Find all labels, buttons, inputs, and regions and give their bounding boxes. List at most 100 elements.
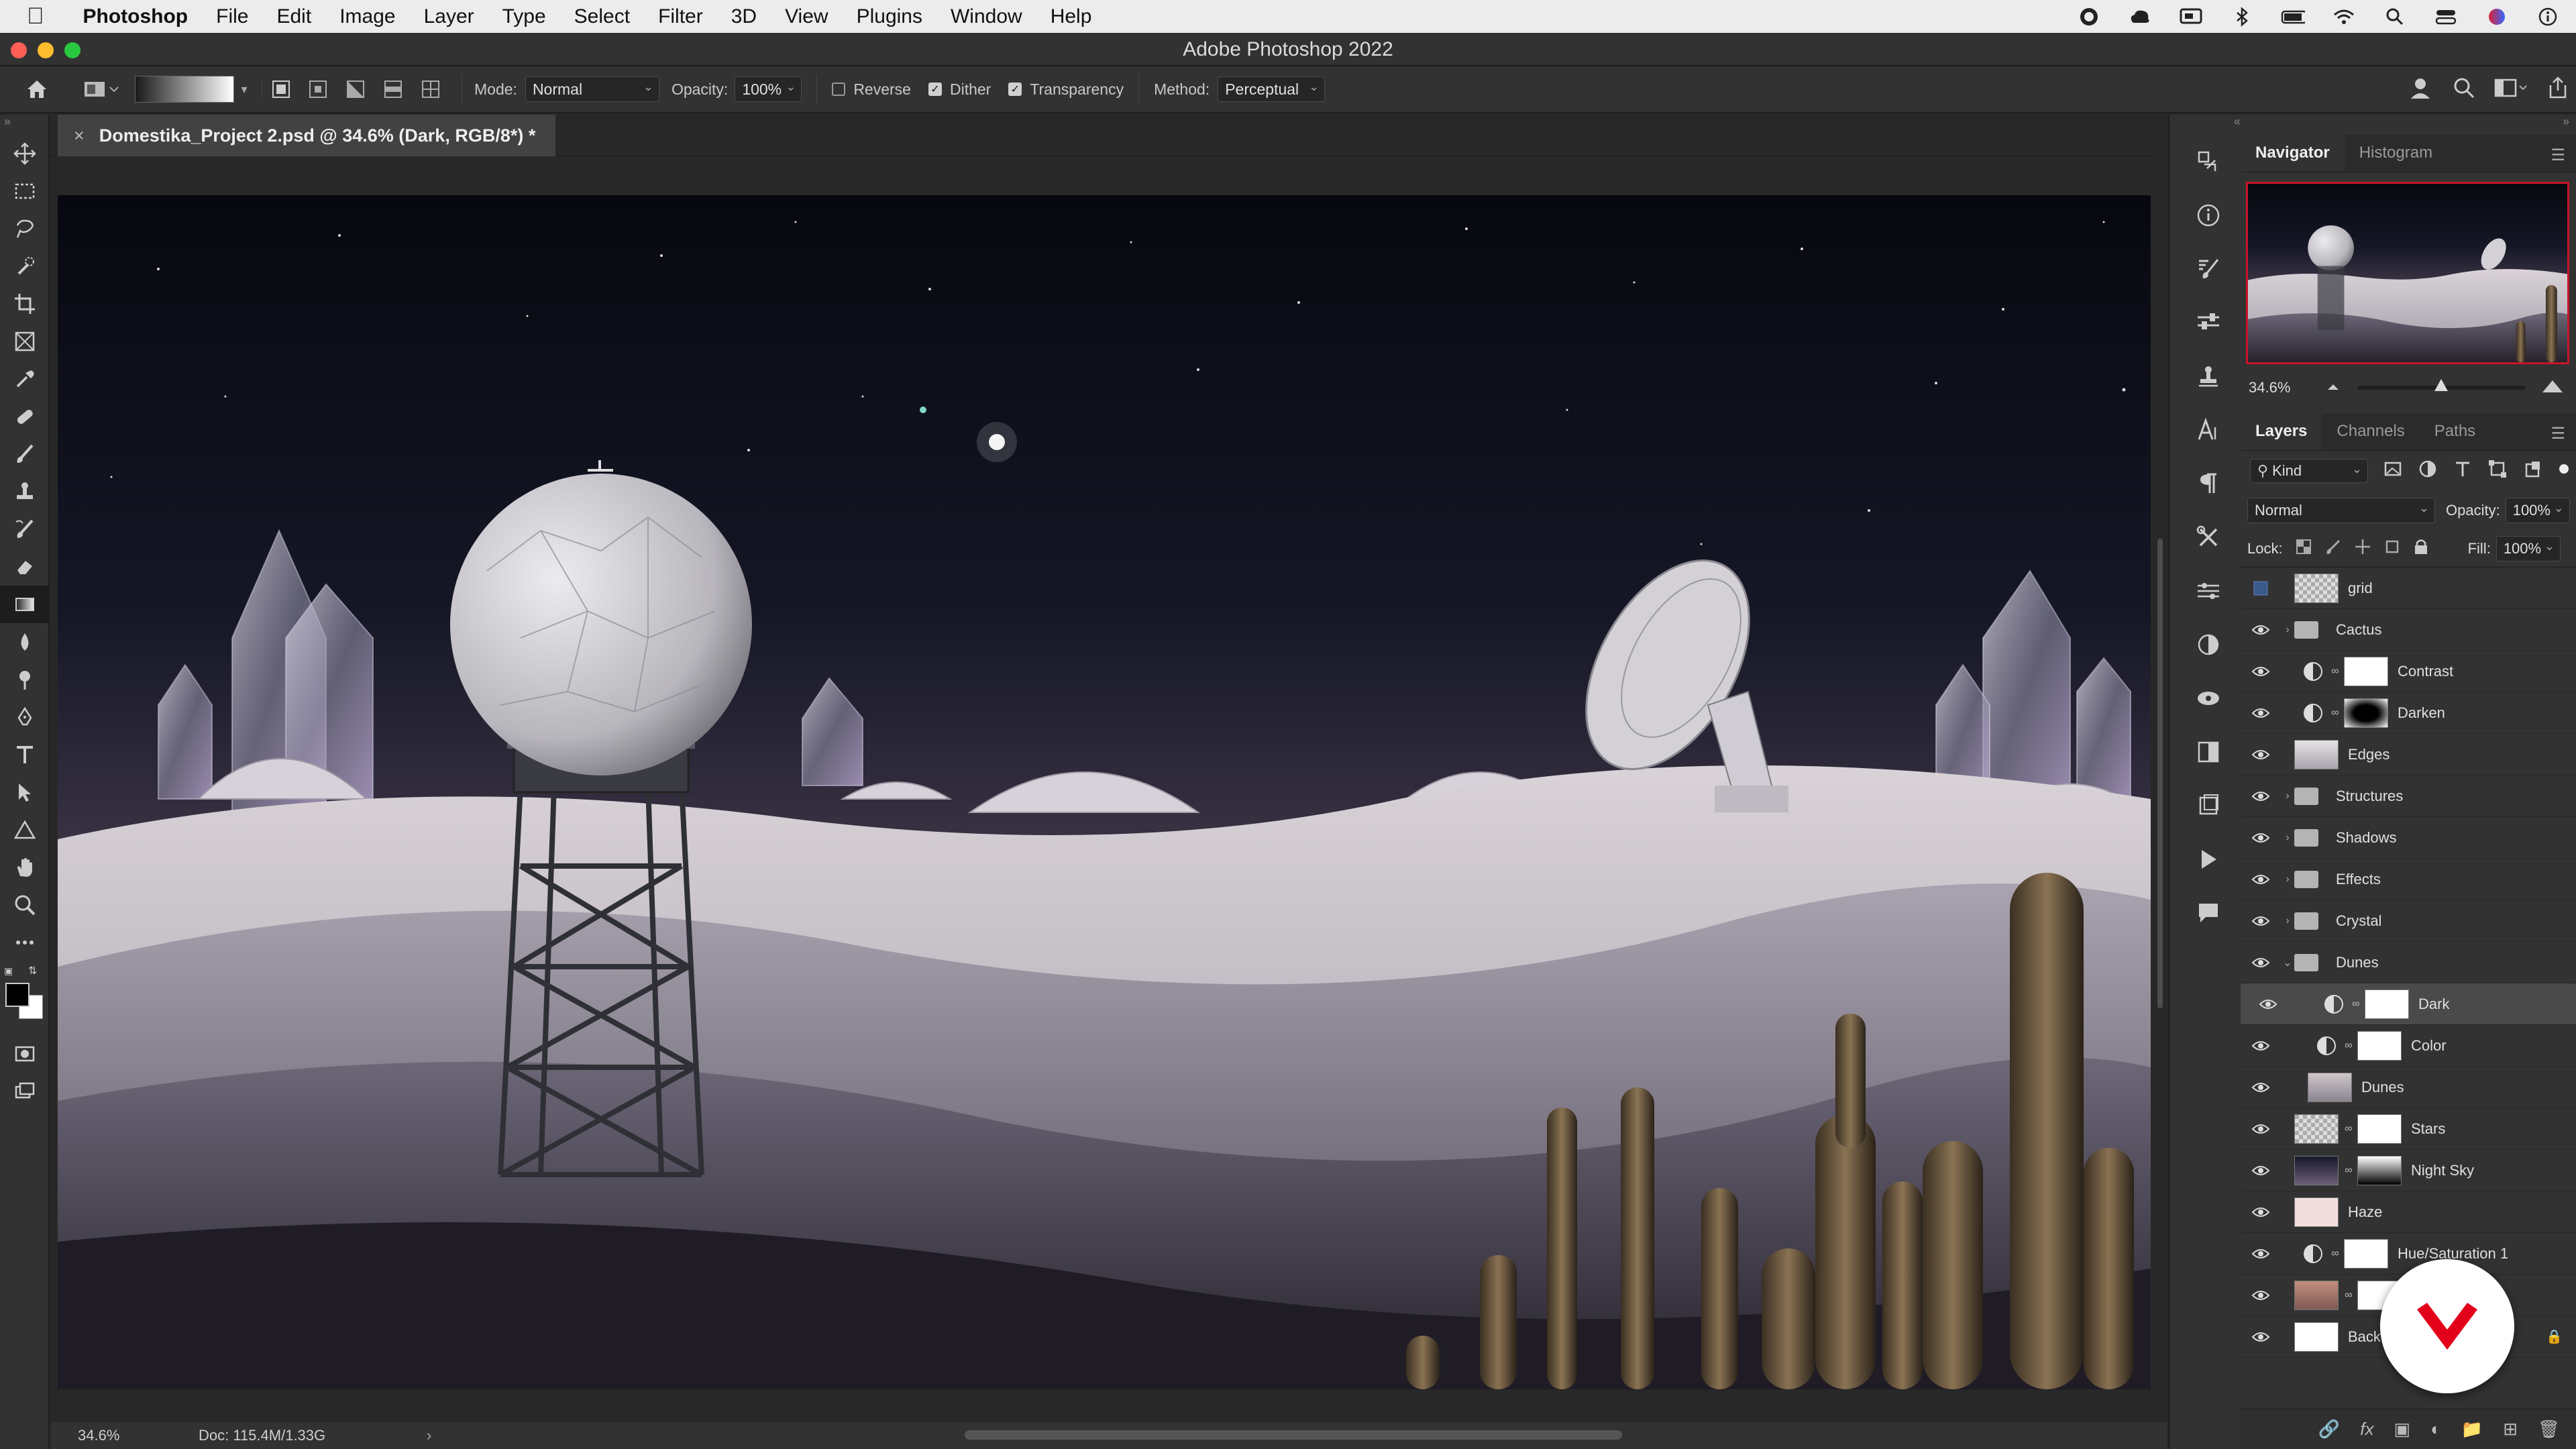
eye-icon[interactable]	[2241, 790, 2281, 802]
filter-smart-object-icon[interactable]	[2522, 459, 2542, 483]
layer-row[interactable]: ⌄ Dunes	[2241, 942, 2576, 983]
eye-icon[interactable]	[2241, 749, 2281, 761]
layer-row[interactable]: ∞ Night Sky	[2241, 1150, 2576, 1191]
layer-mask-thumbnail[interactable]	[2344, 698, 2388, 728]
navigator-preview[interactable]	[2246, 182, 2569, 364]
menu-plugins[interactable]: Plugins	[857, 5, 922, 28]
layer-row[interactable]: › Crystal	[2241, 900, 2576, 942]
layer-row[interactable]: › Effects	[2241, 859, 2576, 900]
apple-icon[interactable]: 	[27, 3, 44, 30]
eye-icon[interactable]	[2241, 957, 2281, 969]
chevron-right-icon[interactable]: ›	[2281, 873, 2294, 885]
tab-channels[interactable]: Channels	[2322, 413, 2419, 450]
menu-select[interactable]: Select	[574, 5, 630, 28]
brush-settings-icon[interactable]	[2169, 242, 2247, 296]
mask-link-icon[interactable]: ∞	[2329, 707, 2341, 719]
layer-thumbnail[interactable]	[2294, 1114, 2339, 1144]
color-swatches[interactable]: ▣ ⇅	[0, 961, 48, 1035]
angle-gradient-icon[interactable]	[337, 79, 374, 99]
close-window-button[interactable]	[11, 42, 27, 58]
tool-preset-picker[interactable]	[74, 79, 127, 99]
menu-window[interactable]: Window	[951, 5, 1022, 28]
eye-icon[interactable]	[2241, 1081, 2281, 1093]
layer-name[interactable]: Stars	[2411, 1120, 2445, 1138]
shape-tool-icon[interactable]	[0, 811, 50, 849]
layer-row[interactable]: ∞ Darken	[2241, 692, 2576, 734]
screen-icon[interactable]	[2179, 7, 2203, 27]
filter-toggle-icon[interactable]	[2557, 462, 2571, 480]
expand-toolbar-icon[interactable]: »	[0, 115, 48, 135]
delete-layer-icon[interactable]: 🗑	[2538, 1419, 2560, 1440]
eyedropper-tool-icon[interactable]	[0, 360, 50, 398]
layer-row[interactable]: ∞ Stars	[2241, 1108, 2576, 1150]
wifi-icon[interactable]	[2332, 7, 2356, 27]
layer-thumbnail[interactable]	[2294, 1322, 2339, 1352]
navigator-zoom-value[interactable]: 34.6%	[2249, 379, 2316, 396]
info-icon[interactable]	[2169, 189, 2247, 242]
layer-row[interactable]: › Structures	[2241, 775, 2576, 817]
eye-icon[interactable]	[2241, 1289, 2281, 1301]
filter-adjustment-icon[interactable]	[2418, 459, 2438, 483]
cloud-sync-icon[interactable]	[2128, 7, 2152, 27]
link-layers-icon[interactable]: 🔗	[2318, 1419, 2340, 1440]
crop-tool-icon[interactable]	[0, 285, 50, 323]
eye-icon[interactable]	[2241, 1206, 2281, 1218]
control-center-icon[interactable]	[2434, 7, 2458, 27]
layer-row[interactable]: Haze	[2241, 1191, 2576, 1233]
layer-name[interactable]: Back	[2348, 1328, 2381, 1346]
close-tab-icon[interactable]: ×	[74, 125, 85, 146]
vertical-scroll-thumb[interactable]	[2157, 539, 2163, 1008]
method-select[interactable]: Perceptual ⌄	[1218, 76, 1326, 102]
layer-name[interactable]: Dunes	[2361, 1079, 2404, 1096]
adjustments-sliders-icon[interactable]	[2169, 296, 2247, 350]
properties-icon[interactable]	[2169, 564, 2247, 618]
dodge-tool-icon[interactable]	[0, 661, 50, 698]
layer-mask-thumbnail[interactable]	[2344, 1238, 2388, 1269]
hand-tool-icon[interactable]	[0, 849, 50, 886]
swap-colors-icon[interactable]: ⇅	[28, 964, 37, 977]
brush-tool-icon[interactable]	[0, 435, 50, 473]
tab-layers[interactable]: Layers	[2241, 413, 2322, 450]
layer-row[interactable]: Edges	[2241, 734, 2576, 775]
mode-select[interactable]: Normal ⌄	[525, 76, 659, 102]
eye-icon[interactable]	[2241, 1165, 2281, 1177]
filter-type-icon[interactable]	[2453, 459, 2473, 483]
layer-name[interactable]: Dark	[2418, 996, 2449, 1013]
adjustments-icon[interactable]	[2169, 618, 2247, 672]
actions-play-icon[interactable]	[2169, 833, 2247, 886]
menu-image[interactable]: Image	[339, 5, 395, 28]
chevron-right-icon[interactable]: ›	[2281, 915, 2294, 927]
menu-help[interactable]: Help	[1051, 5, 1092, 28]
linear-gradient-icon[interactable]	[262, 79, 299, 99]
lock-position-icon[interactable]	[2354, 538, 2371, 559]
menu-file[interactable]: File	[216, 5, 248, 28]
layer-name[interactable]: Edges	[2348, 746, 2390, 763]
layer-thumbnail[interactable]	[2294, 739, 2339, 769]
layer-thumbnail[interactable]	[2294, 573, 2339, 603]
layer-name[interactable]: Color	[2411, 1037, 2447, 1055]
layer-row[interactable]: ∞ Contrast	[2241, 651, 2576, 692]
quick-mask-icon[interactable]	[0, 1035, 50, 1073]
character-icon[interactable]	[2169, 403, 2247, 457]
new-adjustment-layer-icon[interactable]: ◐	[2430, 1419, 2441, 1440]
home-icon[interactable]	[0, 78, 74, 101]
select-subject-icon[interactable]	[2407, 74, 2434, 105]
new-group-icon[interactable]: 📁	[2461, 1419, 2483, 1440]
zoom-in-icon[interactable]	[2541, 378, 2564, 398]
navigator-zoom-slider[interactable]	[2357, 379, 2525, 391]
zoom-out-icon[interactable]	[2325, 379, 2341, 396]
eye-icon[interactable]	[2241, 665, 2281, 678]
filter-shape-icon[interactable]	[2487, 459, 2508, 483]
gradient-picker[interactable]: ▾	[127, 76, 255, 103]
mask-link-icon[interactable]: ∞	[2343, 1123, 2355, 1135]
layer-row[interactable]: › Shadows	[2241, 817, 2576, 859]
layer-row[interactable]: › Cactus	[2241, 609, 2576, 651]
layer-row[interactable]: Dunes	[2241, 1067, 2576, 1108]
layer-mask-thumbnail[interactable]	[2357, 1030, 2402, 1061]
dither-checkbox[interactable]: ✓	[928, 83, 942, 96]
tab-histogram[interactable]: Histogram	[2345, 134, 2447, 172]
eraser-tool-icon[interactable]	[0, 548, 50, 586]
paragraph-icon[interactable]	[2169, 457, 2247, 511]
mask-link-icon[interactable]: ∞	[2329, 1248, 2341, 1260]
layer-name[interactable]: Contrast	[2398, 663, 2453, 680]
